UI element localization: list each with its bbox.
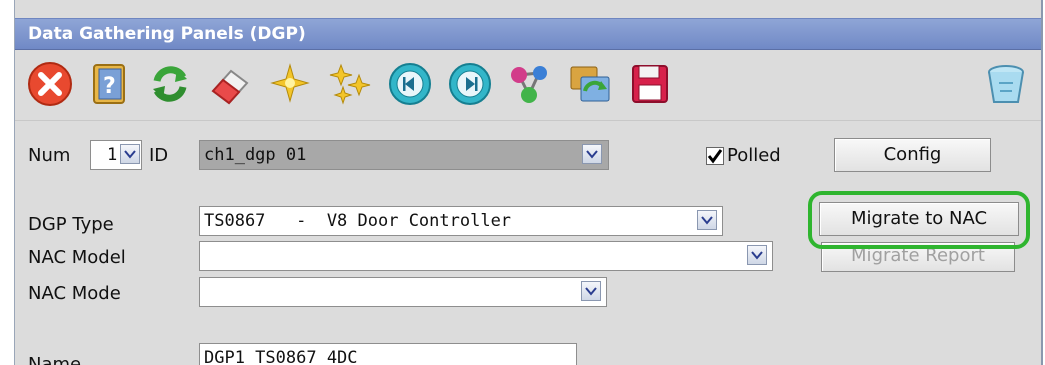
save-floppy-icon[interactable] [627, 61, 673, 107]
dgp-type-value: TS0867 - V8 Door Controller [204, 211, 512, 231]
num-label: Num [28, 145, 71, 166]
id-select[interactable]: ch1_dgp 01 [199, 140, 609, 170]
num-value: 1 [107, 145, 118, 165]
nac-model-select[interactable] [199, 241, 773, 271]
dgp-type-dropdown-arrow[interactable] [697, 210, 717, 230]
transfer-icon[interactable] [567, 61, 613, 107]
new-sparkle-icon[interactable] [267, 61, 313, 107]
recycle-bin-icon[interactable] [983, 61, 1029, 107]
eraser-icon[interactable] [207, 61, 253, 107]
id-label: ID [149, 145, 169, 166]
nac-mode-select[interactable] [199, 277, 607, 307]
refresh-icon[interactable] [147, 61, 193, 107]
network-nodes-icon[interactable] [507, 61, 553, 107]
id-value: ch1_dgp 01 [204, 145, 307, 165]
dgp-type-select[interactable]: TS0867 - V8 Door Controller [199, 206, 723, 236]
num-select[interactable]: 1 [90, 140, 142, 170]
name-value: DGP1 TS0867 4DC [204, 348, 358, 365]
num-dropdown-arrow[interactable] [120, 144, 140, 164]
next-record-icon[interactable] [447, 61, 493, 107]
polled-checkbox[interactable] [706, 147, 724, 165]
close-icon[interactable] [27, 61, 73, 107]
sparkle-group-icon[interactable] [327, 61, 373, 107]
help-book-icon[interactable]: ? [87, 61, 133, 107]
first-record-icon[interactable] [387, 61, 433, 107]
svg-text:?: ? [103, 74, 116, 99]
toolbar: ? [15, 50, 1041, 121]
window-title: Data Gathering Panels (DGP) [28, 24, 306, 44]
nac-mode-label: NAC Mode [28, 283, 121, 304]
name-label: Name [28, 354, 82, 365]
highlight-ring [808, 191, 1030, 249]
polled-label: Polled [727, 145, 781, 166]
config-button[interactable]: Config [834, 138, 991, 172]
nac-mode-dropdown-arrow[interactable] [581, 281, 601, 301]
name-input[interactable]: DGP1 TS0867 4DC [199, 343, 577, 365]
id-dropdown-arrow[interactable] [582, 144, 602, 164]
title-bar: Data Gathering Panels (DGP) [15, 18, 1041, 50]
dgp-window: Data Gathering Panels (DGP) ? Num 1 ID c… [14, 0, 1043, 365]
nac-model-label: NAC Model [28, 247, 126, 268]
nac-model-dropdown-arrow[interactable] [747, 245, 767, 265]
dgp-type-label: DGP Type [28, 214, 114, 235]
